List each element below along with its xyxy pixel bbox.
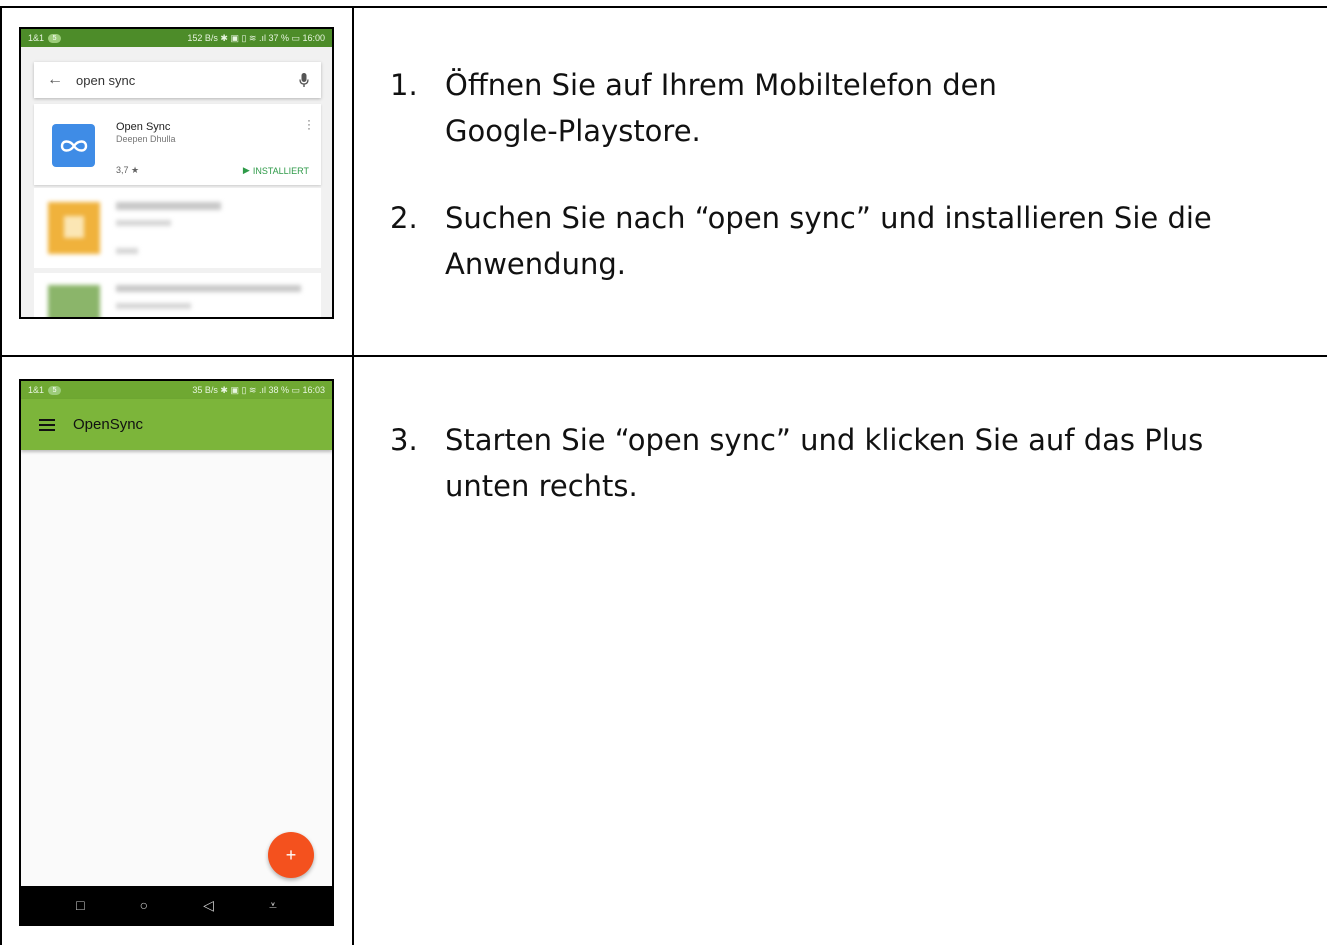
hamburger-menu-icon[interactable] [21, 418, 73, 431]
status-indicators: 152 B/s ✱ ▣ ▯ ≋ .ıl 37 % ▭ 16:00 [187, 32, 325, 43]
status-carrier: 1&1 5 [28, 385, 62, 395]
carrier-label: 1&1 [28, 385, 45, 395]
notification-badge: 5 [48, 33, 62, 43]
blurred-title [116, 285, 301, 292]
blurred-app-icon [48, 285, 100, 317]
installed-status: ▶ INSTALLIERT [243, 165, 309, 176]
blurred-subtitle [116, 220, 171, 226]
app-result-card[interactable]: Open Sync Deepen Dhulla 3,7 ★ ▶ INSTALLI… [34, 104, 321, 185]
search-bar[interactable]: ← open sync [34, 62, 321, 98]
step-number: 3. [390, 423, 418, 457]
app-developer: Deepen Dhulla [116, 134, 176, 144]
microphone-icon[interactable] [287, 72, 321, 88]
carrier-label: 1&1 [28, 33, 45, 43]
table-row-divider [0, 355, 1327, 357]
table-column-divider [352, 6, 354, 945]
back-arrow-icon[interactable]: ← [34, 71, 76, 89]
back-icon[interactable]: ◁ [203, 897, 214, 914]
step-3: 3. Starten Sie “open sync” und klicken S… [390, 417, 1320, 517]
table-border-top [0, 6, 1327, 8]
blurred-meta [116, 248, 138, 254]
android-nav-bar: □ ○ ◁ ⩡ [21, 886, 332, 924]
app-rating: 3,7 ★ [116, 165, 140, 175]
step-2: 2. Suchen Sie nach “open sync” und insta… [390, 195, 1320, 295]
step-number: 2. [390, 201, 418, 235]
more-options-icon[interactable]: · · · [307, 114, 311, 134]
home-icon[interactable]: ○ [140, 897, 148, 913]
open-sync-app-icon [52, 124, 95, 167]
recent-apps-icon[interactable]: □ [76, 897, 84, 913]
notification-pull-icon[interactable]: ⩡ [269, 897, 277, 914]
notification-badge: 5 [48, 385, 62, 395]
play-icon: ▶ [242, 165, 250, 175]
table-border-left [0, 6, 2, 945]
installed-label: INSTALLIERT [252, 165, 309, 176]
playstore-screenshot: 1&1 5 152 B/s ✱ ▣ ▯ ≋ .ıl 37 % ▭ 16:00 ←… [19, 27, 334, 319]
blurred-subtitle [116, 303, 191, 309]
add-button[interactable]: + [268, 832, 314, 878]
instruction-table: 1&1 5 152 B/s ✱ ▣ ▯ ≋ .ıl 37 % ▭ 16:00 ←… [0, 0, 1327, 945]
status-bar: 1&1 5 152 B/s ✱ ▣ ▯ ≋ .ıl 37 % ▭ 16:00 [21, 29, 332, 47]
step-text-line-1: Suchen Sie nach “open sync” und installi… [445, 201, 1212, 235]
step-number: 1. [390, 68, 418, 102]
status-bar: 1&1 5 35 B/s ✱ ▣ ▯ ≋ .ıl 38 % ▭ 16:03 [21, 381, 332, 399]
step-text-line-2: Anwendung. [445, 247, 626, 281]
step-1: 1. Öffnen Sie auf Ihrem Mobiltelefon den… [390, 62, 1320, 162]
app-name: Open Sync [116, 121, 171, 133]
opensync-screenshot: 1&1 5 35 B/s ✱ ▣ ▯ ≋ .ıl 38 % ▭ 16:03 Op… [19, 379, 334, 926]
app-title: OpenSync [73, 416, 144, 433]
blurred-title [116, 202, 221, 210]
blurred-inner-square [64, 216, 84, 238]
step-text-line-2: unten rechts. [445, 469, 638, 503]
step-text-line-1: Starten Sie “open sync” und klicken Sie … [445, 423, 1204, 457]
step-text-line-2: Google-Playstore. [445, 114, 701, 148]
blurred-result-2 [34, 273, 321, 317]
step-text-line-1: Öffnen Sie auf Ihrem Mobiltelefon den [445, 68, 997, 102]
status-carrier: 1&1 5 [28, 33, 62, 43]
search-input[interactable]: open sync [76, 73, 287, 88]
app-bar: OpenSync [21, 399, 332, 450]
blurred-result-1 [34, 188, 321, 268]
status-indicators: 35 B/s ✱ ▣ ▯ ≋ .ıl 38 % ▭ 16:03 [192, 384, 325, 395]
